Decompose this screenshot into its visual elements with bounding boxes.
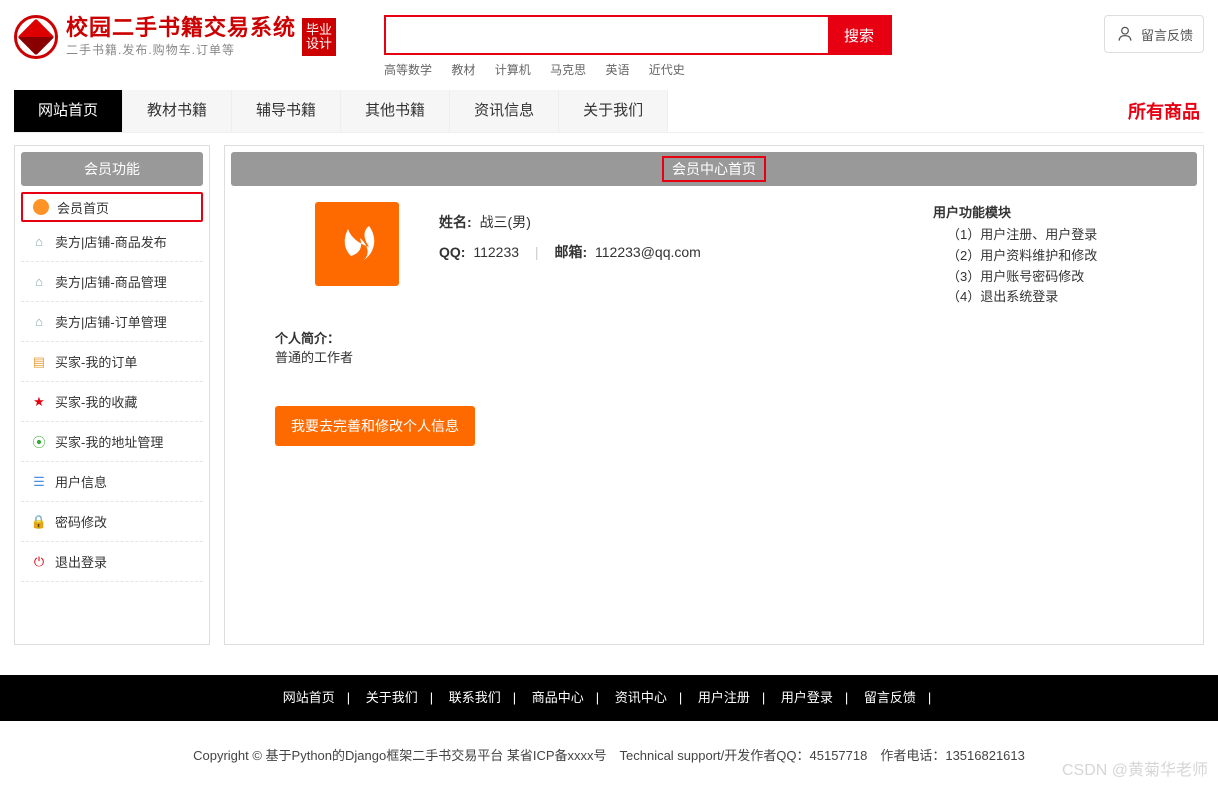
site-subtitle: 二手书籍.发布.购物车.订单等: [66, 41, 296, 58]
module-title: 用户功能模块: [933, 202, 1153, 221]
search-tags: 高等数学 教材 计算机 马克思 英语 近代史: [384, 61, 1084, 78]
site-title: 校园二手书籍交易系统: [66, 16, 296, 40]
sidebar-title: 会员功能: [21, 152, 203, 186]
qq-label: QQ:: [439, 244, 465, 260]
sidebar-item-label: 退出登录: [55, 552, 107, 571]
logo-area: 校园二手书籍交易系统 二手书籍.发布.购物车.订单等 毕业 设计: [14, 15, 384, 59]
nav-other[interactable]: 其他书籍: [341, 90, 450, 132]
content-panel: 会员中心首页 姓名: 战三(男) QQ: 112233 | 邮箱:: [224, 145, 1204, 645]
main-nav: 网站首页 教材书籍 辅导书籍 其他书籍 资讯信息 关于我们 所有商品: [14, 90, 1204, 133]
sidebar-item-label: 卖方|店铺-商品管理: [55, 272, 167, 291]
footer-link[interactable]: 用户注册: [698, 690, 750, 705]
sidebar-item-password[interactable]: 🔒 密码修改: [21, 502, 203, 542]
sidebar-item-label: 用户信息: [55, 472, 107, 491]
footer-link[interactable]: 网站首页: [283, 690, 335, 705]
sidebar-item-label: 买家-我的收藏: [55, 392, 137, 411]
sidebar-item-label: 买家-我的订单: [55, 352, 137, 371]
sidebar-item-logout[interactable]: ⏻ 退出登录: [21, 542, 203, 582]
star-icon: ★: [31, 394, 47, 410]
email-value: 112233@qq.com: [595, 244, 701, 260]
module-box: 用户功能模块 （1）用户注册、用户登录 （2）用户资料维护和修改 （3）用户账号…: [933, 202, 1153, 308]
search-input[interactable]: [386, 17, 828, 53]
content-title: 会员中心首页: [662, 156, 766, 182]
sidebar-item-fav[interactable]: ★ 买家-我的收藏: [21, 382, 203, 422]
tag-cs[interactable]: 计算机: [495, 63, 531, 77]
nav-news[interactable]: 资讯信息: [450, 90, 559, 132]
email-label: 邮箱:: [554, 244, 587, 260]
dot-icon: [33, 199, 49, 215]
nav-all-goods[interactable]: 所有商品: [1128, 98, 1204, 124]
headset-icon: [1115, 24, 1135, 44]
badge: 毕业 设计: [302, 18, 336, 56]
home-icon: ⌂: [31, 274, 47, 290]
sidebar-item-address[interactable]: ⦿ 买家-我的地址管理: [21, 422, 203, 462]
nav-textbook[interactable]: 教材书籍: [123, 90, 232, 132]
tag-history[interactable]: 近代史: [649, 63, 685, 77]
footer-link[interactable]: 资讯中心: [615, 690, 667, 705]
edit-profile-button[interactable]: 我要去完善和修改个人信息: [275, 406, 475, 446]
sidebar-item-publish[interactable]: ⌂ 卖方|店铺-商品发布: [21, 222, 203, 262]
logo-icon: [14, 15, 58, 59]
sidebar-item-myorders[interactable]: ▤ 买家-我的订单: [21, 342, 203, 382]
sidebar-item-label: 卖方|店铺-商品发布: [55, 232, 167, 251]
intro-block: 个人简介： 普通的工作者: [225, 308, 1203, 366]
search-button[interactable]: 搜索: [828, 17, 890, 53]
nav-home[interactable]: 网站首页: [14, 90, 123, 132]
feedback-label: 留言反馈: [1141, 25, 1193, 44]
name-line: 姓名: 战三(男): [439, 212, 933, 232]
content-title-bar: 会员中心首页: [231, 152, 1197, 186]
search-box: 搜索: [384, 15, 892, 55]
module-item: （1）用户注册、用户登录: [933, 225, 1153, 246]
swift-icon: [327, 214, 387, 274]
badge-line2: 设计: [306, 37, 332, 51]
footer-link[interactable]: 商品中心: [532, 690, 584, 705]
user-icon: ☰: [31, 474, 47, 490]
power-icon: ⏻: [31, 554, 47, 570]
nav-about[interactable]: 关于我们: [559, 90, 668, 132]
sidebar-item-orders-seller[interactable]: ⌂ 卖方|店铺-订单管理: [21, 302, 203, 342]
order-icon: ▤: [31, 354, 47, 370]
tag-textbook[interactable]: 教材: [451, 63, 475, 77]
sidebar-item-label: 密码修改: [55, 512, 107, 531]
tag-english[interactable]: 英语: [605, 63, 629, 77]
nav-guide[interactable]: 辅导书籍: [232, 90, 341, 132]
name-value: 战三(男): [480, 214, 531, 230]
intro-value: 普通的工作者: [275, 347, 1153, 366]
sidebar-item-userinfo[interactable]: ☰ 用户信息: [21, 462, 203, 502]
feedback-button[interactable]: 留言反馈: [1104, 15, 1204, 53]
badge-line1: 毕业: [306, 23, 332, 37]
footer-copyright: Copyright © 基于Python的Django框架二手书交易平台 某省I…: [0, 721, 1218, 774]
avatar: [315, 202, 399, 286]
sidebar-item-label: 买家-我的地址管理: [55, 432, 163, 451]
module-item: （3）用户账号密码修改: [933, 267, 1153, 288]
sidebar: 会员功能 会员首页 ⌂ 卖方|店铺-商品发布 ⌂ 卖方|店铺-商品管理 ⌂ 卖方|店铺…: [14, 145, 210, 645]
home-icon: ⌂: [31, 314, 47, 330]
separator: |: [535, 244, 539, 260]
intro-label: 个人简介：: [275, 328, 1153, 347]
tag-math[interactable]: 高等数学: [384, 63, 432, 77]
sidebar-item-goods[interactable]: ⌂ 卖方|店铺-商品管理: [21, 262, 203, 302]
module-item: （4）退出系统登录: [933, 287, 1153, 308]
contact-line: QQ: 112233 | 邮箱: 112233@qq.com: [439, 242, 933, 262]
module-item: （2）用户资料维护和修改: [933, 246, 1153, 267]
name-label: 姓名:: [439, 214, 472, 230]
footer-nav: 网站首页| 关于我们| 联系我们| 商品中心| 资讯中心| 用户注册| 用户登录…: [0, 675, 1218, 721]
home-icon: ⌂: [31, 234, 47, 250]
footer-link[interactable]: 联系我们: [449, 690, 501, 705]
tag-marx[interactable]: 马克思: [550, 63, 586, 77]
lock-icon: 🔒: [31, 514, 47, 530]
footer-link[interactable]: 关于我们: [366, 690, 418, 705]
footer-link[interactable]: 用户登录: [781, 690, 833, 705]
footer-link[interactable]: 留言反馈: [864, 690, 916, 705]
sidebar-item-label: 卖方|店铺-订单管理: [55, 312, 167, 331]
sidebar-item-home[interactable]: 会员首页: [21, 192, 203, 222]
sidebar-item-label: 会员首页: [57, 198, 109, 217]
location-icon: ⦿: [31, 434, 47, 450]
qq-value: 112233: [473, 244, 519, 260]
